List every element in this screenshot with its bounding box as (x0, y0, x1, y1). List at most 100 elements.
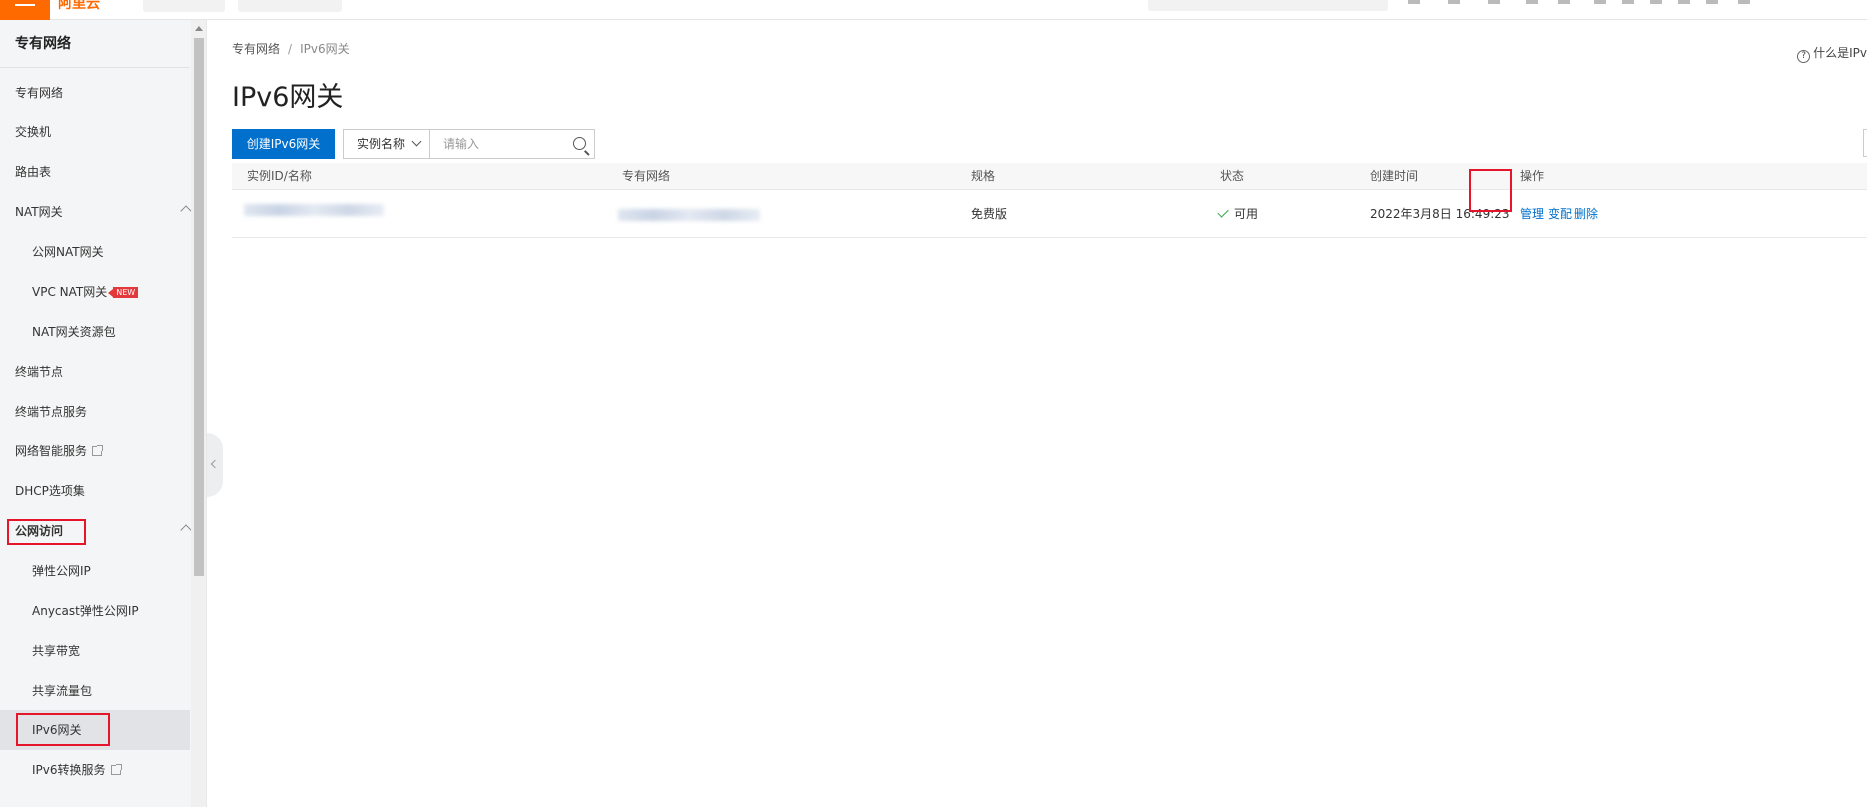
top-link-7[interactable] (1622, 0, 1634, 4)
region-selector[interactable] (238, 0, 342, 12)
sidebar-item-label: 交换机 (15, 125, 52, 139)
sidebar: 专有网络 专有网络 交换机 路由表 NAT网关 公网NAT网关 VPC NAT网… (0, 20, 207, 807)
sidebar-item-label: 终端节点服务 (15, 405, 88, 419)
sidebar-item-label: 网络智能服务 (15, 444, 88, 458)
table-settings-button[interactable] (1863, 129, 1867, 157)
external-link-icon (92, 445, 104, 456)
external-link-icon (110, 764, 122, 775)
sidebar-item-label: NAT网关 (15, 205, 63, 219)
sidebar-item-label: 共享流量包 (32, 684, 93, 698)
cell-status: 可用 (1217, 190, 1259, 238)
workbench-button[interactable] (143, 0, 225, 12)
page-title: IPv6网关 (232, 82, 344, 113)
sidebar-item-shared-traffic[interactable]: 共享流量包 (0, 671, 190, 711)
chevron-down-icon (411, 136, 422, 147)
check-icon (1217, 206, 1229, 218)
global-search-input[interactable] (1148, 0, 1388, 11)
sidebar-item-network-intelligence[interactable]: 网络智能服务 (0, 431, 190, 471)
sidebar-item-vpc-nat[interactable]: VPC NAT网关 NEW (0, 272, 190, 312)
chevron-up-icon (180, 524, 192, 536)
breadcrumb: 专有网络 / IPv6网关 (232, 40, 350, 57)
question-circle-icon: ? (1797, 50, 1811, 63)
top-navigation-bar: 阿里云 (0, 0, 1867, 20)
sidebar-item-eip[interactable]: 弹性公网IP (0, 551, 190, 591)
scroll-up-arrow-icon[interactable] (195, 26, 203, 31)
sidebar-item-label: 公网NAT网关 (32, 245, 104, 259)
top-link-6[interactable] (1594, 0, 1606, 4)
chevron-up-icon (180, 205, 192, 217)
sidebar-item-endpoint-service[interactable]: 终端节点服务 (0, 392, 190, 432)
new-badge: NEW (108, 287, 139, 298)
sidebar-item-endpoint[interactable]: 终端节点 (0, 352, 190, 392)
main-content: 专有网络 / IPv6网关 ? 什么是IPv IPv6网关 创建IPv6网关 实例名称… (223, 20, 1867, 807)
table-header: 实例ID/名称 专有网络 规格 状态 创建时间 操作 (232, 163, 1867, 190)
table-row: 免费版 可用 2022年3月8日 16:49:23 管理 变配 删除 (232, 190, 1867, 238)
sidebar-item-dhcp[interactable]: DHCP选项集 (0, 471, 190, 511)
top-link-3[interactable] (1488, 0, 1500, 4)
sidebar-group-nat-gateway[interactable]: NAT网关 (0, 192, 192, 232)
sidebar-item-vswitch[interactable]: 交换机 (0, 112, 190, 152)
sidebar-item-shared-bandwidth[interactable]: 共享带宽 (0, 631, 190, 671)
sidebar-item-public-nat[interactable]: 公网NAT网关 (0, 232, 190, 272)
sidebar-title: 专有网络 (0, 20, 190, 68)
sidebar-item-label: 终端节点 (15, 365, 64, 379)
chevron-left-icon (210, 459, 220, 469)
scrollbar-thumb[interactable] (194, 38, 204, 576)
sidebar-item-label: 共享带宽 (32, 644, 81, 658)
sidebar-item-route-table[interactable]: 路由表 (0, 152, 190, 192)
column-header-instance: 实例ID/名称 (247, 169, 312, 183)
sidebar-item-vpc[interactable]: 专有网络 (0, 73, 190, 113)
column-header-spec: 规格 (971, 169, 996, 183)
highlight-box-public-access (7, 519, 86, 545)
sidebar-item-label: VPC NAT网关 (32, 285, 108, 299)
column-header-actions: 操作 (1520, 169, 1545, 183)
redacted-vpc-id[interactable] (618, 209, 760, 221)
menu-icon[interactable] (0, 0, 50, 20)
bell-icon[interactable] (1650, 0, 1662, 4)
breadcrumb-parent-link[interactable]: 专有网络 (232, 42, 280, 56)
sidebar-collapse-toggle[interactable] (207, 433, 223, 497)
top-link-2[interactable] (1448, 0, 1460, 4)
cart-icon[interactable] (1678, 0, 1690, 4)
sidebar-item-nat-package[interactable]: NAT网关资源包 (0, 312, 190, 352)
sidebar-item-label: 弹性公网IP (32, 564, 91, 578)
status-label: 可用 (1234, 207, 1259, 221)
breadcrumb-current: IPv6网关 (300, 42, 350, 56)
breadcrumb-separator: / (288, 42, 293, 56)
search-placeholder: 请输入 (443, 137, 480, 151)
sidebar-item-label: 专有网络 (15, 86, 64, 100)
sidebar-item-label: NAT网关资源包 (32, 325, 116, 339)
search-input[interactable]: 请输入 (429, 129, 595, 159)
sidebar-scrollbar[interactable] (191, 20, 206, 807)
sidebar-item-label: 路由表 (15, 165, 52, 179)
search-field-select[interactable]: 实例名称 (343, 129, 430, 159)
search-icon[interactable] (573, 137, 586, 150)
help-icon[interactable] (1706, 0, 1718, 4)
redacted-instance-id[interactable] (244, 204, 384, 216)
sidebar-item-label: Anycast弹性公网IP (32, 604, 139, 618)
help-doc-link[interactable]: ? 什么是IPv (1797, 44, 1867, 63)
sidebar-item-anycast-eip[interactable]: Anycast弹性公网IP (0, 591, 190, 631)
sidebar-item-label: IPv6转换服务 (32, 763, 106, 777)
sidebar-item-label: DHCP选项集 (15, 484, 85, 498)
top-link-1[interactable] (1408, 0, 1420, 4)
highlight-box-ipv6-gateway (16, 713, 110, 746)
ipv6-gateway-table: 实例ID/名称 专有网络 规格 状态 创建时间 操作 免费版 可用 2022年3… (232, 163, 1867, 238)
aliyun-logo[interactable]: 阿里云 (58, 0, 100, 20)
manage-link[interactable]: 管理 (1520, 190, 1544, 238)
create-ipv6-gateway-button[interactable]: 创建IPv6网关 (232, 129, 335, 159)
help-doc-label: 什么是IPv (1813, 46, 1867, 60)
top-link-4[interactable] (1526, 0, 1538, 4)
column-header-status: 状态 (1220, 169, 1245, 183)
column-header-created: 创建时间 (1370, 169, 1419, 183)
search-field-selected: 实例名称 (357, 137, 406, 151)
modify-spec-link[interactable]: 变配 (1548, 190, 1572, 238)
top-link-5[interactable] (1558, 0, 1570, 4)
highlight-box-manage (1469, 169, 1512, 212)
delete-link[interactable]: 删除 (1574, 190, 1598, 238)
top-toolbar-icons (1408, 0, 1867, 10)
user-avatar[interactable] (1738, 0, 1750, 4)
column-header-vpc: 专有网络 (622, 169, 671, 183)
sidebar-item-ipv6-translation[interactable]: IPv6转换服务 (0, 750, 190, 790)
cell-spec: 免费版 (971, 207, 1008, 221)
